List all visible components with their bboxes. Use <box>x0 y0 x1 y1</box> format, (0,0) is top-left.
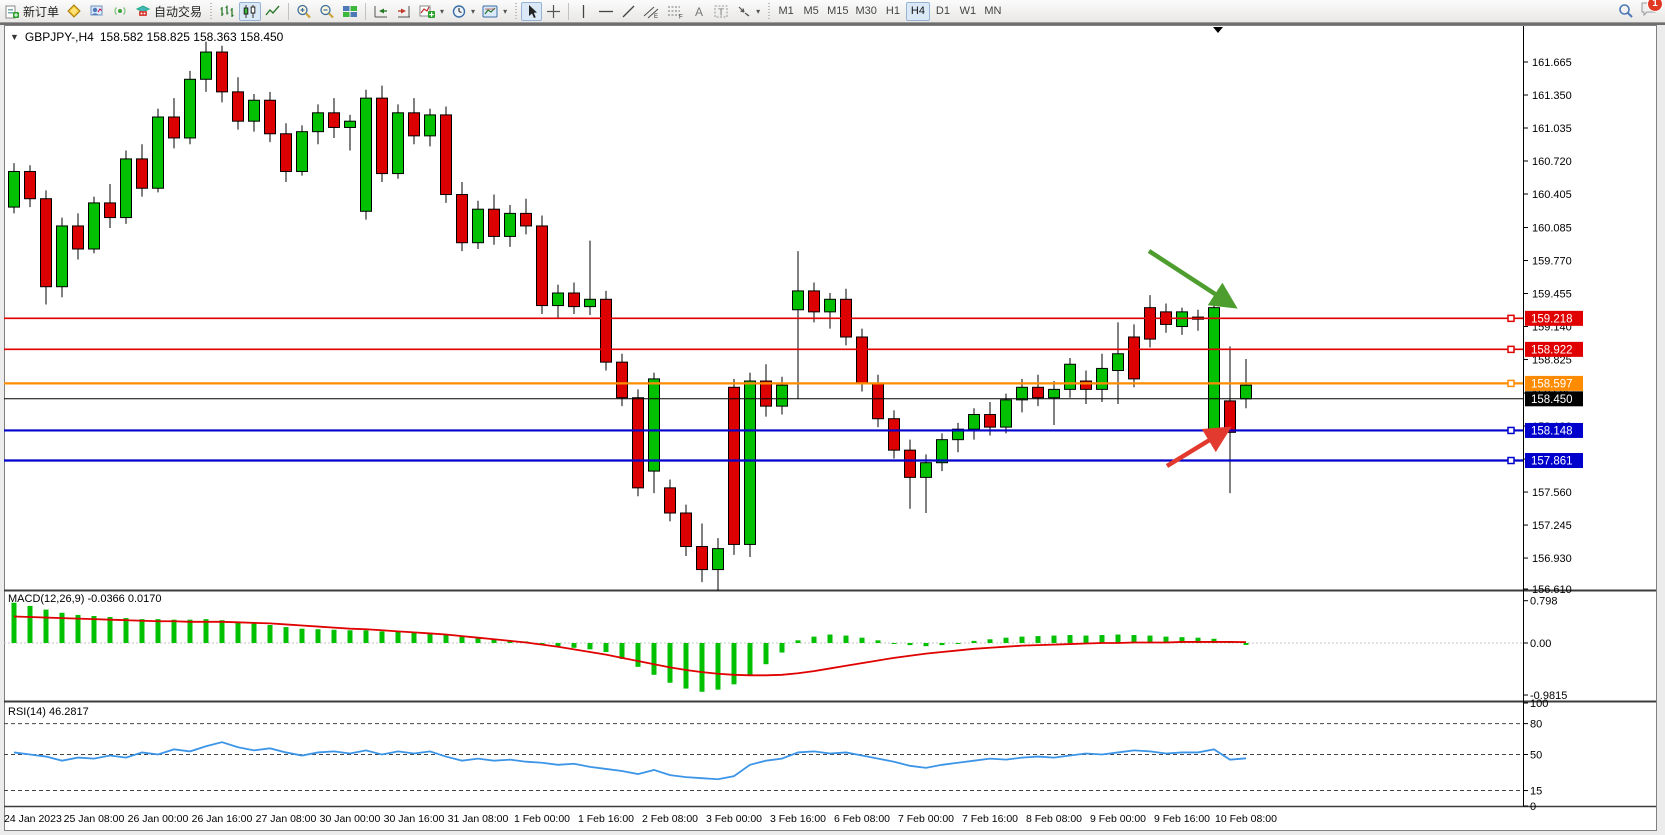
toolbar-grip <box>514 3 517 19</box>
arrow-objects-icon <box>736 4 752 19</box>
vertical-line-icon <box>577 4 590 19</box>
templates-icon <box>482 4 499 19</box>
auto-scroll-icon <box>373 4 389 19</box>
cursor-button[interactable] <box>521 2 542 21</box>
fibonacci-button[interactable]: F <box>664 2 687 21</box>
tile-windows-button[interactable] <box>339 2 361 21</box>
text-label-button[interactable]: T <box>710 2 732 21</box>
macd-name: MACD(12,26,9) <box>8 593 84 605</box>
chart-shift-icon <box>396 4 412 19</box>
timeframe-d1-button[interactable]: D1 <box>931 2 955 21</box>
indicators-icon <box>419 4 436 19</box>
svg-text:F: F <box>679 14 683 19</box>
chart-window <box>4 25 1657 831</box>
chevron-down-icon[interactable]: ▼ <box>10 32 19 42</box>
signals-button[interactable] <box>109 2 131 21</box>
line-chart-icon <box>265 4 281 19</box>
auto-trading-button[interactable]: 自动交易 <box>132 2 205 21</box>
new-order-button[interactable]: 新订单 <box>2 2 62 21</box>
vertical-line-button[interactable] <box>573 2 594 21</box>
toolbar-separator <box>288 3 289 20</box>
macd-values: -0.0366 0.0170 <box>87 593 161 605</box>
bar-chart-button[interactable] <box>216 2 238 21</box>
signal-waves-icon <box>112 4 128 18</box>
timeframe-mn-button[interactable]: MN <box>981 2 1005 21</box>
zoom-out-icon <box>319 4 335 19</box>
equidistant-channel-icon: E <box>643 4 660 19</box>
new-order-label: 新订单 <box>23 3 59 20</box>
chart-title: ▼ GBPJPY-,H4 158.582 158.825 158.363 158… <box>10 30 283 44</box>
toolbar-separator <box>365 3 366 20</box>
auto-trading-label: 自动交易 <box>154 3 202 20</box>
fibonacci-icon: F <box>667 4 684 19</box>
chevron-down-icon: ▾ <box>503 7 507 16</box>
history-center-button[interactable] <box>86 2 108 21</box>
timeframe-h4-button[interactable]: H4 <box>906 2 930 21</box>
indicators-button[interactable]: ▾ <box>416 2 447 21</box>
market-watch-button[interactable] <box>63 2 85 21</box>
timeframe-m5-button[interactable]: M5 <box>799 2 823 21</box>
toolbar: 新订单 自动交易 ▾ ▾ <box>0 0 1665 23</box>
notification-badge: 1 <box>1647 0 1663 12</box>
line-chart-button[interactable] <box>262 2 284 21</box>
timeframe-w1-button[interactable]: W1 <box>956 2 980 21</box>
horizontal-line-icon <box>598 4 614 19</box>
rsi-indicator-label: RSI(14) 46.2817 <box>8 706 89 718</box>
person-chart-icon <box>89 4 105 18</box>
clock-icon <box>451 4 467 19</box>
templates-button[interactable]: ▾ <box>479 2 510 21</box>
chevron-down-icon: ▾ <box>440 7 444 16</box>
crosshair-icon <box>546 4 561 19</box>
zoom-in-icon <box>296 4 312 19</box>
svg-text:T: T <box>718 7 724 18</box>
notifications-button[interactable]: 1 <box>1640 1 1657 22</box>
chart-shift-button[interactable] <box>393 2 415 21</box>
timeframe-h1-button[interactable]: H1 <box>881 2 905 21</box>
candlestick-chart-button[interactable] <box>239 2 261 21</box>
auto-trading-icon <box>135 4 151 18</box>
text-button[interactable]: A <box>688 2 709 21</box>
new-order-icon <box>5 4 20 19</box>
candlestick-chart-icon <box>242 4 258 19</box>
equidistant-channel-button[interactable]: E <box>640 2 663 21</box>
chevron-down-icon: ▾ <box>471 7 475 16</box>
text-label-icon: T <box>713 4 729 19</box>
arrows-objects-button[interactable]: ▾ <box>733 2 763 21</box>
svg-text:A: A <box>695 5 703 19</box>
macd-indicator-label: MACD(12,26,9) -0.0366 0.0170 <box>8 593 162 605</box>
toolbar-grip <box>767 3 770 19</box>
zoom-in-button[interactable] <box>293 2 315 21</box>
ohlc-values: 158.582 158.825 158.363 158.450 <box>100 30 284 44</box>
timeframe-m30-button[interactable]: M30 <box>853 2 880 21</box>
toolbar-grip <box>209 3 212 19</box>
symbol-timeframe-label: GBPJPY-,H4 <box>25 30 94 44</box>
horizontal-line-button[interactable] <box>595 2 617 21</box>
tile-windows-icon <box>342 4 358 19</box>
chevron-down-icon: ▾ <box>756 7 760 16</box>
toolbar-separator <box>568 3 569 20</box>
timeframe-m1-button[interactable]: M1 <box>774 2 798 21</box>
trendline-icon <box>621 4 636 19</box>
crosshair-button[interactable] <box>543 2 564 21</box>
bar-chart-icon <box>219 4 235 19</box>
auto-scroll-button[interactable] <box>370 2 392 21</box>
svg-text:E: E <box>654 14 658 19</box>
cursor-arrow-icon <box>525 4 539 19</box>
gold-diamond-icon <box>66 4 82 18</box>
rsi-name: RSI(14) <box>8 706 46 718</box>
zoom-out-button[interactable] <box>316 2 338 21</box>
timeframe-m15-button[interactable]: M15 <box>824 2 851 21</box>
text-icon: A <box>692 4 706 19</box>
rsi-value: 46.2817 <box>49 706 89 718</box>
search-icon[interactable] <box>1618 3 1634 19</box>
trendline-button[interactable] <box>618 2 639 21</box>
periods-button[interactable]: ▾ <box>448 2 478 21</box>
